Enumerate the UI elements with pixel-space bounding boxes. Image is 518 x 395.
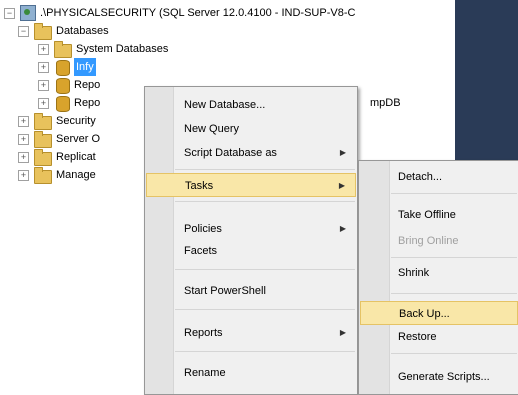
menu-separator [175, 309, 355, 310]
submenu-arrow-icon: ▶ [338, 181, 345, 190]
database-label: Repo [74, 97, 101, 109]
databases-label: Databases [56, 25, 109, 37]
menu-separator [391, 353, 517, 354]
menu-item-label: New Database... [184, 99, 266, 111]
database-icon [56, 96, 70, 112]
server-label: .\PHYSICALSECURITY (SQL Server 12.0.4100… [40, 7, 356, 19]
menu-item-new-database[interactable]: New Database... [146, 93, 356, 117]
menu-item-tasks[interactable]: Tasks ▶ [146, 173, 356, 197]
submenu-arrow-icon: ▶ [339, 224, 346, 233]
menu-separator [391, 293, 517, 294]
background-window [455, 0, 518, 162]
folder-icon [34, 167, 52, 184]
submenu-arrow-icon: ▶ [339, 328, 346, 337]
menu-item-label: Start PowerShell [184, 285, 266, 297]
tasks-submenu: Detach... Take Offline Bring Online Shri… [358, 160, 518, 395]
menu-separator [391, 257, 517, 258]
menu-separator [175, 169, 355, 170]
menu-item-take-offline[interactable]: Take Offline [360, 203, 518, 227]
expand-icon[interactable]: + [38, 98, 49, 109]
menu-item-label: Take Offline [398, 209, 456, 221]
menu-item-label: New Query [184, 123, 240, 135]
menu-item-label: Policies [184, 223, 222, 235]
submenu-arrow-icon: ▶ [339, 148, 346, 157]
menu-separator [391, 193, 517, 194]
folder-icon [34, 131, 52, 148]
database-icon [56, 78, 70, 94]
database-label: Repo [74, 79, 101, 91]
menu-item-new-query[interactable]: New Query [146, 117, 356, 141]
menu-item-label: Tasks [185, 180, 214, 192]
menu-item-label: Back Up... [399, 308, 450, 320]
menu-item-label: Detach... [398, 171, 443, 183]
expand-icon[interactable]: + [18, 152, 29, 163]
menu-item-bring-online: Bring Online [360, 229, 518, 253]
menu-separator [175, 351, 355, 352]
menu-item-generate-scripts[interactable]: Generate Scripts... [360, 365, 518, 389]
replication-label: Replicat [56, 151, 96, 163]
database-icon [56, 60, 70, 76]
folder-icon [54, 41, 72, 58]
context-menu: New Database... New Query Script Databas… [144, 86, 358, 395]
menu-item-script-database-as[interactable]: Script Database as ▶ [146, 141, 356, 165]
menu-item-label: Restore [398, 331, 437, 343]
menu-item-start-powershell[interactable]: Start PowerShell [146, 279, 356, 303]
expand-icon[interactable]: + [38, 80, 49, 91]
menu-item-label: Shrink [398, 267, 430, 279]
menu-item-label: Bring Online [398, 235, 459, 247]
expand-icon[interactable]: + [38, 44, 49, 55]
selected-database-label: Infy [74, 58, 96, 76]
collapse-icon[interactable]: − [18, 26, 29, 37]
folder-icon [34, 113, 52, 130]
menu-item-label: Facets [184, 245, 218, 257]
collapse-icon[interactable]: − [4, 8, 15, 19]
server-objects-label: Server O [56, 133, 101, 145]
menu-item-reports[interactable]: Reports ▶ [146, 321, 356, 345]
menu-separator [175, 269, 355, 270]
menu-item-restore[interactable]: Restore [360, 325, 518, 349]
menu-item-label: Reports [184, 327, 223, 339]
management-label: Manage [56, 169, 96, 181]
menu-item-back-up[interactable]: Back Up... [360, 301, 518, 325]
menu-item-facets[interactable]: Facets [146, 239, 356, 263]
server-icon [20, 5, 36, 21]
system-databases-label: System Databases [76, 43, 169, 55]
menu-item-detach[interactable]: Detach... [360, 165, 518, 189]
menu-separator [175, 201, 355, 202]
folder-icon [34, 23, 52, 40]
menu-item-rename[interactable]: Rename [146, 361, 356, 385]
menu-item-shrink[interactable]: Shrink [360, 261, 518, 285]
partial-database-label: mpDB [370, 97, 401, 109]
expand-icon[interactable]: + [18, 116, 29, 127]
menu-item-label: Rename [184, 367, 226, 379]
folder-icon [34, 149, 52, 166]
expand-icon[interactable]: + [18, 134, 29, 145]
expand-icon[interactable]: + [38, 62, 49, 73]
security-label: Security [56, 115, 96, 127]
menu-item-label: Generate Scripts... [398, 371, 490, 383]
expand-icon[interactable]: + [18, 170, 29, 181]
menu-item-policies[interactable]: Policies ▶ [146, 217, 356, 241]
menu-item-label: Script Database as [184, 147, 277, 159]
